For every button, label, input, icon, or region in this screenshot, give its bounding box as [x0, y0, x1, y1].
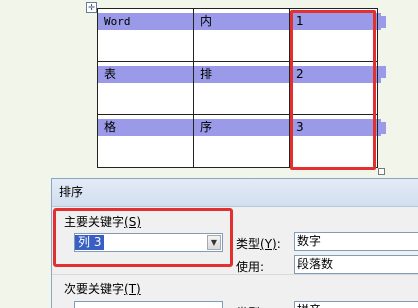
table-cell[interactable]: Word — [97, 8, 194, 62]
table-move-handle-icon[interactable]: ✛ — [86, 2, 97, 13]
secondary-key-accel: (T) — [124, 282, 141, 296]
table-cell[interactable]: 排 — [193, 61, 290, 115]
dialog-title: 排序 — [52, 179, 418, 207]
table-cell[interactable]: 格 — [97, 114, 194, 168]
use-select[interactable]: 段落数 — [294, 255, 418, 274]
secondary-type-select[interactable]: 拼音 — [294, 301, 418, 308]
cell-text: 格 — [98, 119, 193, 136]
table-cell[interactable]: 内 — [193, 8, 290, 62]
cell-text: 排 — [194, 66, 289, 83]
type-colon: : — [276, 237, 281, 251]
secondary-key-label-text: 次要关键字 — [64, 282, 125, 296]
selection-overflow — [378, 66, 386, 78]
secondary-key-select[interactable] — [74, 301, 223, 308]
primary-key-annotation-box — [53, 208, 233, 267]
screen: ✛ Word 内 1 表 排 2 格 序 3 排序 主要关键字(S) 列 3 ▼… — [0, 0, 418, 308]
cell-text: 内 — [194, 13, 289, 30]
type-label-text: 类型 — [236, 237, 261, 251]
secondary-type-label: 类型 — [236, 304, 260, 308]
cell-text: 序 — [194, 119, 289, 136]
type-label: 类型(Y): — [236, 235, 281, 252]
selection-overflow — [378, 16, 386, 28]
secondary-key-label: 次要关键字(T) — [64, 280, 141, 297]
table-cell[interactable]: 序 — [193, 114, 290, 168]
type-select[interactable]: 数字 — [294, 232, 418, 251]
separator — [52, 274, 418, 275]
cell-text: 表 — [98, 66, 193, 83]
type-accel: (Y) — [260, 237, 277, 251]
cell-text: Word — [98, 13, 193, 30]
selection-overflow — [378, 122, 386, 134]
use-label: 使用: — [236, 260, 265, 274]
table-resize-handle[interactable] — [378, 168, 385, 175]
column-3-annotation-box — [290, 10, 376, 170]
table-cell[interactable]: 表 — [97, 61, 194, 115]
